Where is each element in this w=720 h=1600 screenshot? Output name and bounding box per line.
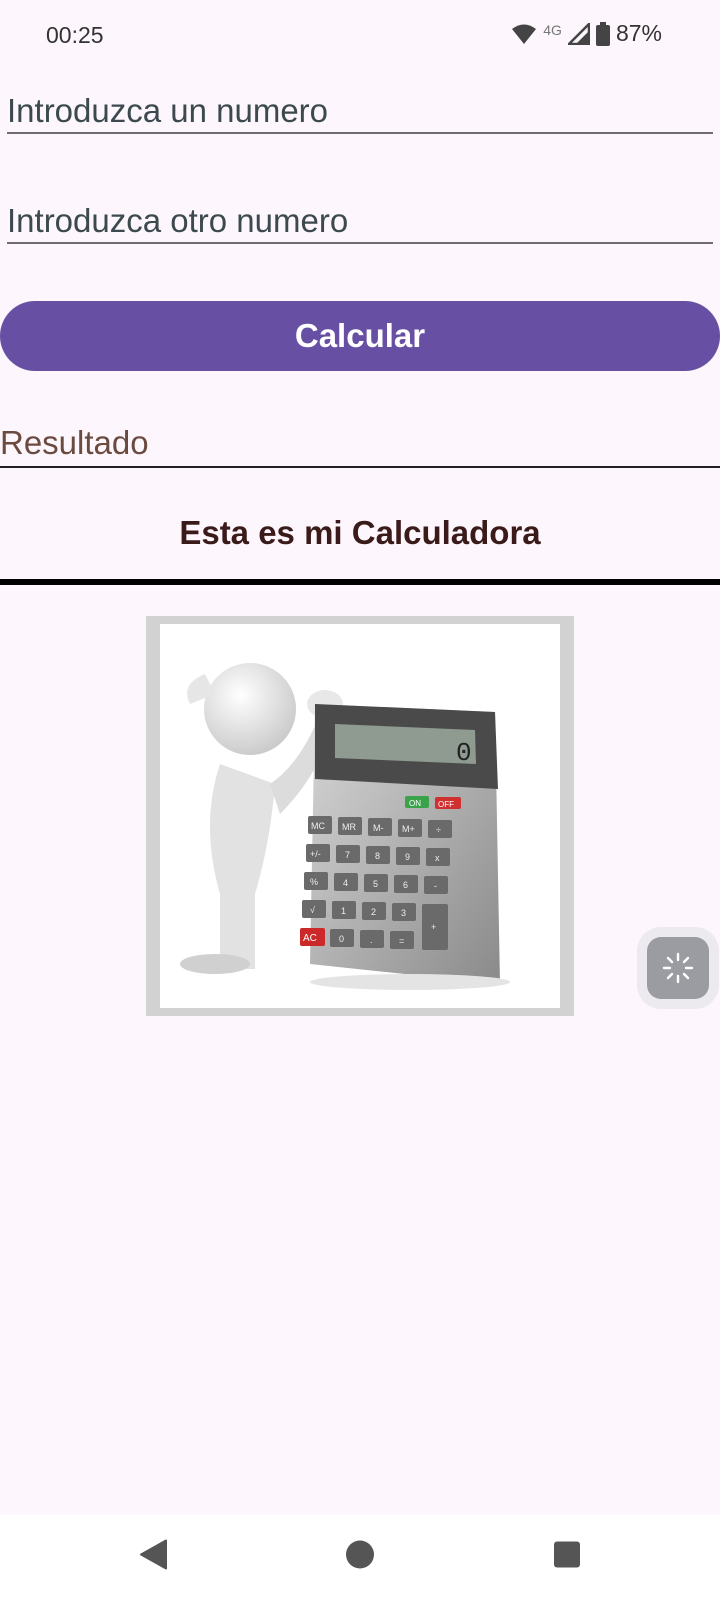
battery-icon [595, 21, 610, 46]
page-title: Esta es mi Calculadora [179, 514, 541, 551]
recents-icon [554, 1541, 580, 1568]
back-button[interactable] [138, 1539, 168, 1576]
svg-text:6: 6 [403, 880, 408, 890]
calculator-illustration: 0 ON OFF AC MC MR M- M+ ÷ +/- 7 8 9 x % … [160, 624, 560, 1008]
svg-text:+/-: +/- [310, 849, 321, 859]
battery-percent: 87% [615, 20, 662, 46]
svg-text:1: 1 [341, 906, 346, 916]
svg-text:AC: AC [303, 933, 317, 944]
network-type: 4G [543, 21, 562, 38]
navigation-bar [0, 1515, 720, 1600]
svg-text:MC: MC [311, 821, 325, 831]
figure-body [191, 764, 275, 969]
svg-text:x: x [435, 853, 440, 863]
svg-text:√: √ [310, 905, 315, 915]
svg-text:5: 5 [373, 879, 378, 889]
first-number-input[interactable] [7, 90, 713, 132]
svg-text:MR: MR [342, 822, 356, 832]
wifi-icon [512, 24, 537, 44]
status-icons: 4G 87% [511, 20, 662, 47]
calculator-display [335, 724, 476, 764]
calculator-figure-svg: 0 ON OFF AC MC MR M- M+ ÷ +/- 7 8 9 x % … [180, 663, 510, 990]
back-icon [140, 1539, 167, 1570]
calculator-image: 0 ON OFF AC MC MR M- M+ ÷ +/- 7 8 9 x % … [146, 616, 574, 1016]
svg-text:7: 7 [345, 850, 350, 860]
result-field: Resultado [0, 424, 720, 468]
svg-text:M-: M- [373, 823, 384, 833]
home-button[interactable] [345, 1540, 375, 1575]
svg-text:=: = [399, 936, 404, 946]
status-time: 00:25 [46, 22, 104, 48]
sparkle-icon [662, 952, 694, 984]
display-digit: 0 [456, 738, 472, 768]
svg-text:+: + [431, 922, 436, 932]
svg-text:0: 0 [339, 934, 344, 944]
floating-action-button[interactable] [647, 937, 709, 999]
second-number-field[interactable] [7, 200, 713, 244]
calculate-button[interactable]: Calcular [0, 301, 720, 371]
first-number-field[interactable] [7, 90, 713, 134]
svg-text:.: . [370, 935, 373, 945]
divider [0, 579, 720, 585]
svg-text:8: 8 [375, 851, 380, 861]
second-number-input[interactable] [7, 200, 713, 242]
svg-text:-: - [434, 881, 437, 891]
svg-text:4: 4 [343, 878, 348, 888]
figure-head [204, 663, 296, 755]
svg-text:9: 9 [405, 852, 410, 862]
svg-text:÷: ÷ [436, 825, 441, 835]
svg-text:ON: ON [409, 799, 421, 808]
svg-text:3: 3 [401, 908, 406, 918]
svg-text:2: 2 [371, 907, 376, 917]
svg-text:OFF: OFF [438, 800, 454, 809]
recents-button[interactable] [553, 1541, 581, 1574]
svg-text:M+: M+ [402, 824, 415, 834]
status-bar: 00:25 4G 87% [0, 0, 720, 72]
home-icon [346, 1540, 374, 1569]
signal-icon [567, 22, 590, 45]
svg-text:%: % [310, 877, 318, 887]
